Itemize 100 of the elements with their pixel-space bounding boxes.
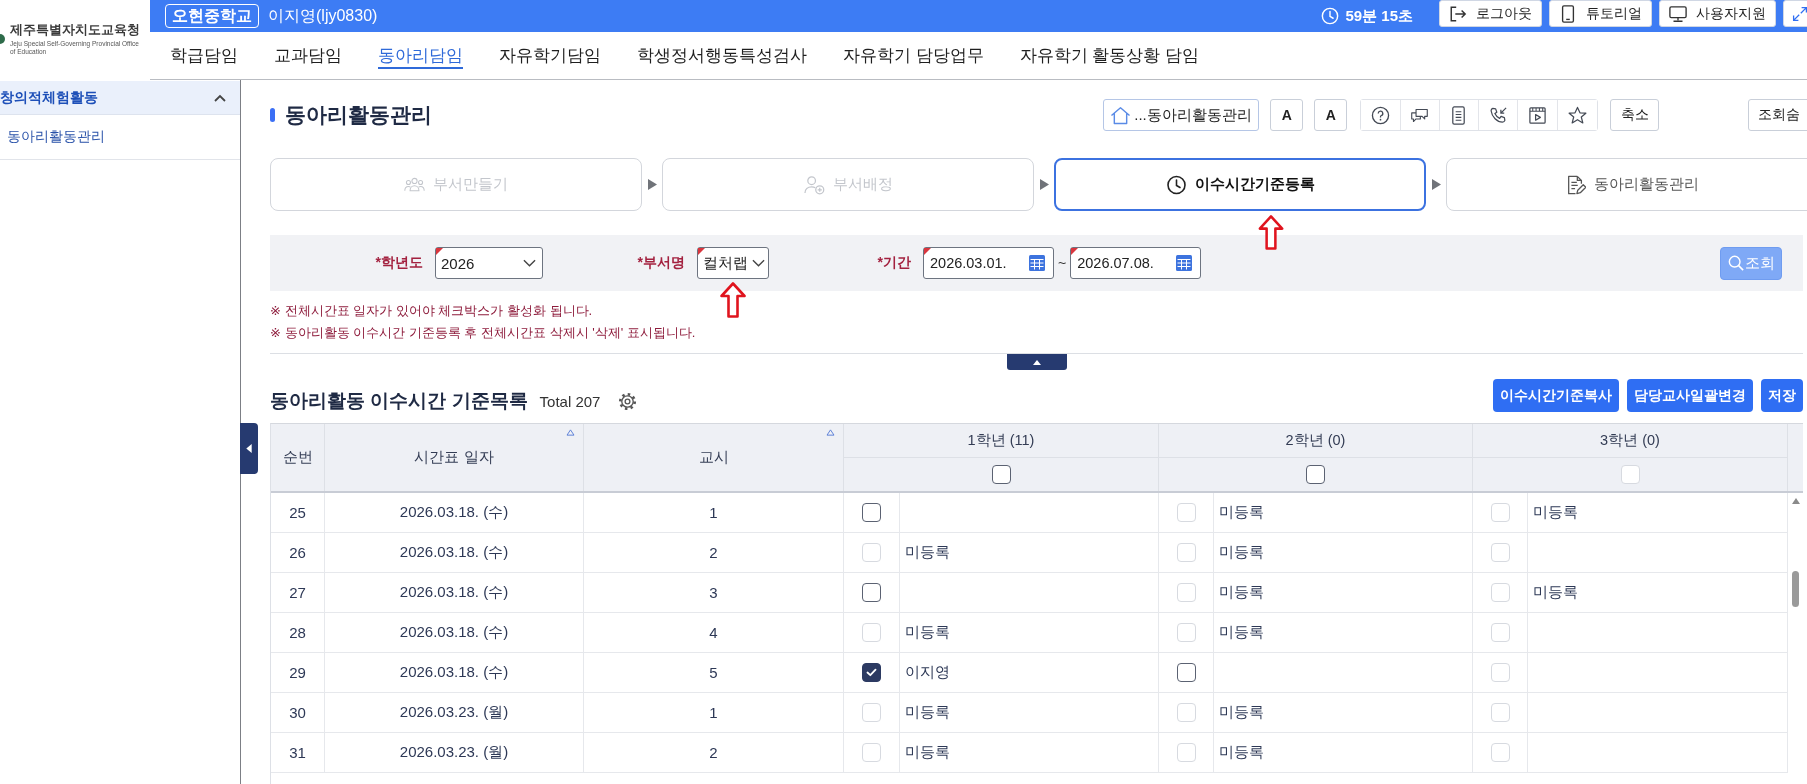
caret-left-icon [246,444,252,453]
notice-text: ※ 동아리활동 이수시간 기준등록 후 전체시간표 삭제시 '삭제' 표시됩니다. [270,324,697,342]
column-header[interactable]: 교시 [584,424,844,491]
document-edit-icon [1565,174,1586,195]
calendar-icon [1029,255,1045,271]
checkmark-icon [866,668,877,677]
collapse-filter-button[interactable] [1006,354,1067,370]
step-tab[interactable]: 이수시간기준등록 [1054,158,1426,211]
table-cell: 28 [271,613,325,653]
select-field[interactable]: 컬처랩 [697,247,769,279]
toolbar-button[interactable]: 조회숨 [1748,99,1807,131]
select-all-checkbox[interactable] [1306,465,1325,484]
step-tab[interactable]: 동아리활동관리 [1446,158,1807,211]
person-add-icon [803,174,825,195]
breadcrumb-button[interactable]: ...동아리활동관리 [1103,99,1260,131]
table-cell: 2026.03.18. (수) [325,573,584,613]
scroll-up-icon[interactable] [1791,498,1800,504]
org-name: 제주특별자치도교육청 [10,22,141,38]
table-cell: 27 [271,573,325,613]
column-header: 1학년 (11) [844,424,1159,458]
grid-title: 동아리활동 이수시간 기준목록 [270,390,528,412]
nav-tab[interactable]: 자유학기 담당업무 [843,44,984,67]
star-icon [1567,105,1587,125]
table-cell: 미등록 [1214,693,1473,733]
nav-tab[interactable]: 교과담임 [274,44,342,67]
settings-icon[interactable] [618,392,638,411]
top-bar-button[interactable]: 튜토리얼 [1549,0,1652,27]
table-cell: 2026.03.23. (월) [325,733,584,773]
table-cell: 1 [584,693,844,733]
font-size-button[interactable]: A [1314,99,1348,131]
table-cell: 미등록 [1214,533,1473,573]
table-cell: 미등록 [900,613,1159,653]
logout-icon [1449,4,1467,23]
column-header: 순번 [271,424,325,491]
step-arrow-icon [1039,179,1049,190]
table-cell: 미등록 [1214,733,1473,773]
table-cell: 미등록 [900,733,1159,773]
table-cell: 미등록 [900,533,1159,573]
table-cell: 미등록 [1214,493,1473,533]
column-header[interactable]: 시간표 일자 [325,424,584,491]
chevron-down-icon [523,259,536,267]
select-all-checkbox[interactable] [991,465,1011,484]
row-checkbox[interactable] [862,663,881,682]
help-icon [1370,105,1390,125]
session-timer: 59분 15초 [1345,6,1413,26]
scrollbar-thumb[interactable] [1792,571,1799,607]
table-cell: 2026.03.18. (수) [325,493,584,533]
user-name: 이지영(ljy0830) [268,5,378,26]
clock-icon [1321,7,1340,25]
nav-tab[interactable]: 학생정서행동특성검사 [637,44,807,67]
row-checkbox[interactable] [862,503,881,522]
table-cell: 29 [271,653,325,693]
select-field[interactable]: 2026 [435,247,543,279]
sidebar-item[interactable]: 동아리활동관리 [0,115,240,160]
action-button[interactable]: 이수시간기준복사 [1493,379,1619,412]
sidebar-section-header[interactable]: 창의적체험활동 [0,81,240,115]
table-cell: 31 [271,733,325,773]
range-separator: ~ [1058,255,1067,271]
table-cell: 3 [584,573,844,613]
table-cell: 5 [584,653,844,693]
row-checkbox[interactable] [1176,663,1196,682]
total-count: Total 207 [539,392,601,412]
top-bar-button[interactable]: 로그아웃 [1439,0,1542,27]
date-field[interactable]: 2026.07.08. [1070,247,1202,279]
expand-icon [1792,5,1807,22]
chevron-down-icon [752,259,765,267]
action-button[interactable]: 담당교사일괄변경 [1627,379,1753,412]
nav-tab[interactable]: 자유학기담임 [499,44,601,67]
table-cell: 2026.03.18. (수) [325,613,584,653]
step-arrow-icon [1431,179,1441,190]
nav-tab[interactable]: 동아리담임 [378,44,463,67]
table-cell: 1 [584,493,844,533]
field-label: *학년도 [374,254,423,272]
nav-tab[interactable]: 학급담임 [170,44,238,67]
help-button[interactable] [1361,100,1401,130]
home-icon [1110,105,1132,125]
calendar-icon [1176,255,1193,271]
table-cell: 2026.03.23. (월) [325,693,584,733]
table-cell: 2026.03.18. (수) [325,533,584,573]
table-cell: 26 [271,533,325,573]
table-cell: 이지영 [900,653,1159,693]
date-field[interactable]: 2026.03.01. [923,247,1054,279]
school-badge: 오현중학교 [165,4,259,28]
shrink-button[interactable]: 축소 [1610,99,1659,131]
search-icon [1727,255,1744,271]
collapse-sidebar-button[interactable] [240,423,258,474]
field-label: *기간 [876,254,911,272]
row-checkbox[interactable] [862,583,881,602]
table-cell: 30 [271,693,325,733]
field-label: *부서명 [636,254,685,272]
table-cell: 4 [584,613,844,653]
action-button[interactable]: 저장 [1761,379,1803,412]
nav-tab[interactable]: 자유학기 활동상황 담임 [1019,44,1200,67]
top-bar-button[interactable]: 사용자지원 [1659,0,1776,27]
caret-up-icon [1032,359,1041,365]
page-title: 동아리활동관리 [285,102,432,128]
table-cell: 2026.03.18. (수) [325,653,584,693]
table-cell: 미등록 [1214,613,1473,653]
font-size-button[interactable]: A [1270,99,1304,131]
notice-text: ※ 전체시간표 일자가 있어야 체크박스가 활성화 됩니다. [270,302,594,320]
